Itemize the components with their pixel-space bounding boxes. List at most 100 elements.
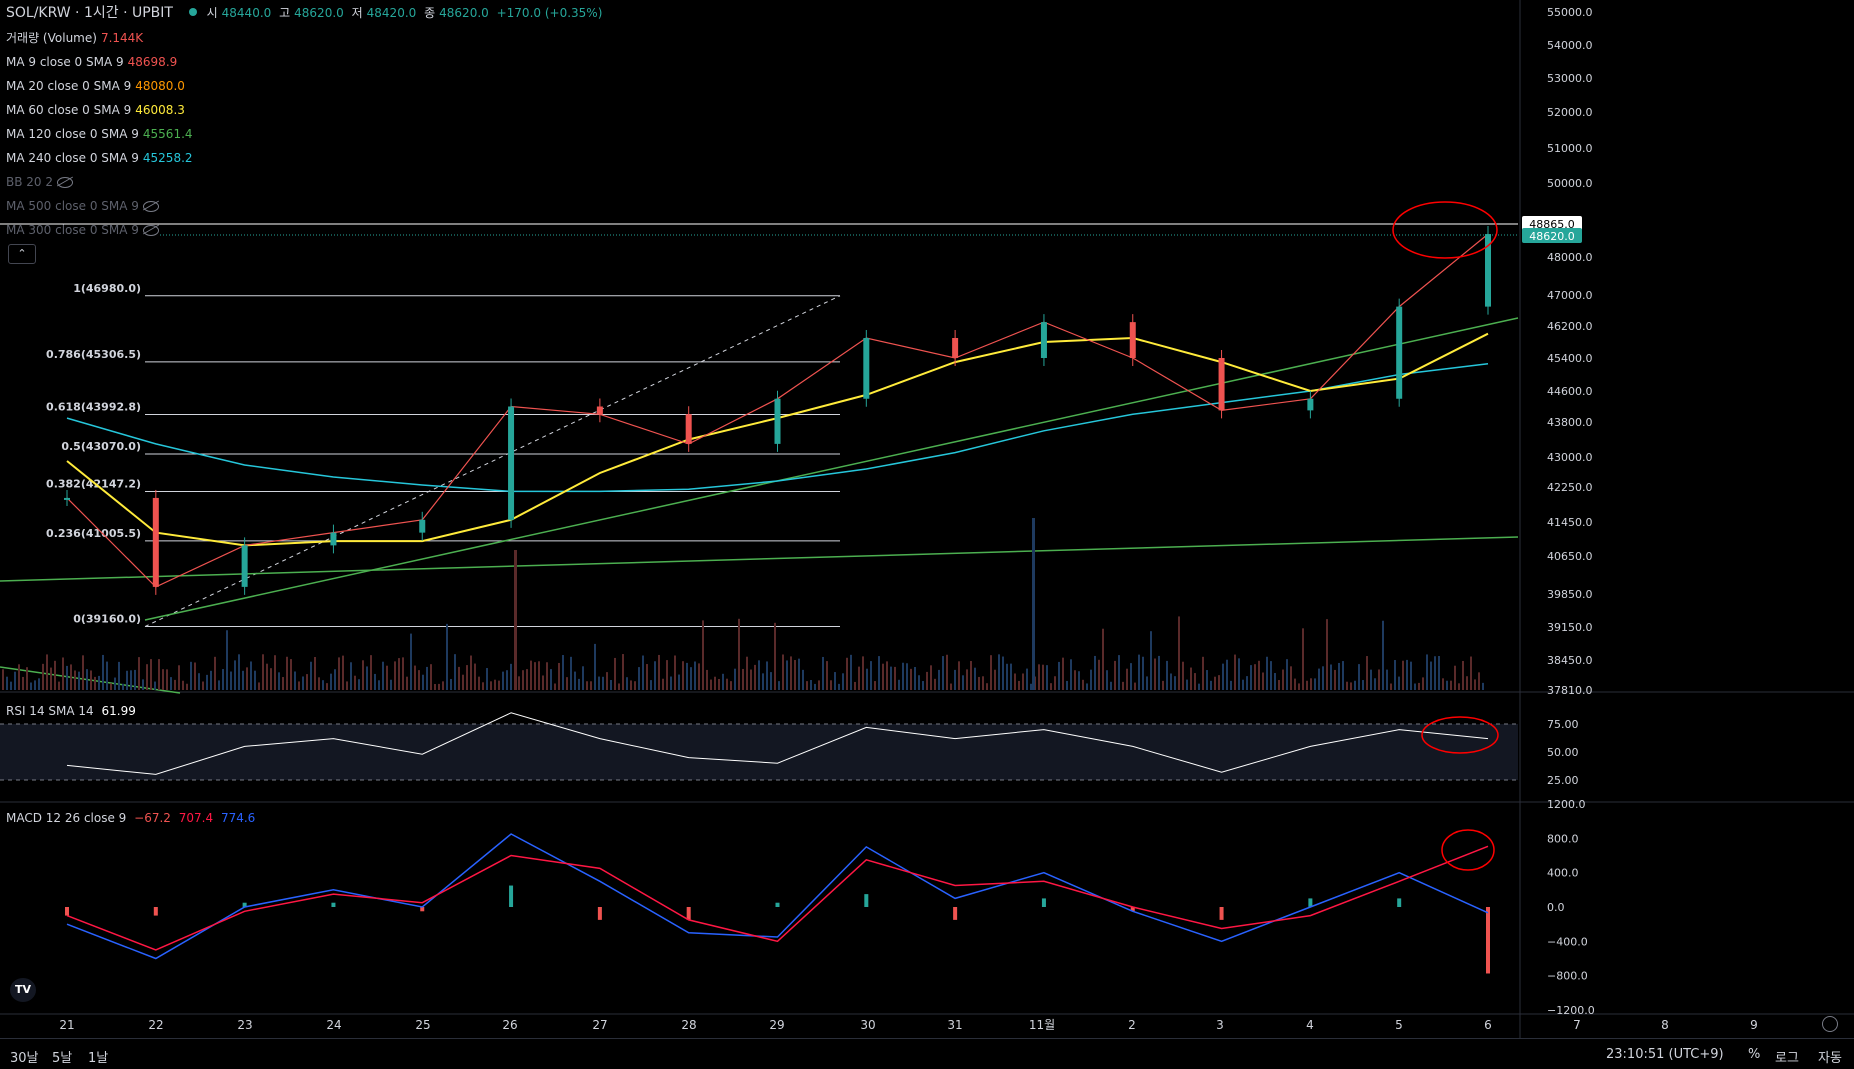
- percent-toggle[interactable]: %: [1748, 1047, 1760, 1062]
- macd-tick-label: −1200.0: [1547, 1004, 1595, 1017]
- volume-bar: [218, 680, 220, 690]
- volume-bar: [578, 678, 580, 690]
- indicator-legend-0[interactable]: 거래량 (Volume) 7.144K: [6, 31, 147, 45]
- volume-bar: [1394, 660, 1396, 690]
- indicator-legend-3[interactable]: MA 60 close 0 SMA 9 46008.3: [6, 103, 189, 117]
- volume-bar: [1482, 682, 1484, 690]
- candle-body: [508, 406, 515, 520]
- macd-hist-bar: [1397, 898, 1402, 907]
- range-5d-button[interactable]: 5날: [52, 1047, 72, 1066]
- volume-bar: [418, 670, 420, 690]
- volume-bar: [550, 669, 552, 690]
- volume-bar: [158, 659, 160, 690]
- volume-bar: [410, 633, 412, 690]
- indicator-legend-4[interactable]: MA 120 close 0 SMA 9 45561.4: [6, 127, 197, 141]
- indicator-legend-6[interactable]: BB 20 2: [6, 175, 77, 189]
- volume-bar: [114, 677, 116, 690]
- volume-bar: [274, 655, 276, 690]
- volume-bar: [782, 654, 784, 690]
- volume-bar: [694, 661, 696, 690]
- volume-bar: [1354, 680, 1356, 690]
- volume-bar: [846, 657, 848, 690]
- auto-toggle[interactable]: 자동: [1818, 1047, 1842, 1066]
- volume-bar: [930, 665, 932, 690]
- volume-bar: [994, 669, 996, 690]
- volume-bar: [346, 681, 348, 690]
- hidden-eye-icon[interactable]: [57, 177, 73, 188]
- hidden-eye-icon[interactable]: [142, 225, 159, 236]
- volume-bar: [1242, 679, 1244, 690]
- volume-bar: [642, 655, 644, 690]
- settings-gear-icon[interactable]: [1822, 1016, 1838, 1032]
- volume-bar: [1182, 661, 1184, 690]
- volume-bar: [1402, 660, 1404, 690]
- volume-bar: [1174, 676, 1176, 690]
- volume-bar: [1326, 619, 1328, 690]
- volume-bar: [182, 680, 184, 690]
- range-30d-button[interactable]: 30날: [10, 1047, 39, 1066]
- price-tick-label: 48000.0: [1547, 251, 1593, 264]
- volume-bar: [402, 657, 404, 690]
- volume-bar: [362, 660, 364, 690]
- volume-bar: [998, 654, 1000, 690]
- volume-bar: [914, 667, 916, 690]
- indicator-legend-7[interactable]: MA 500 close 0 SMA 9: [6, 199, 163, 213]
- volume-bar: [522, 670, 524, 690]
- volume-bar: [682, 661, 684, 690]
- volume-bar: [1374, 678, 1376, 690]
- volume-bar: [1330, 664, 1332, 690]
- volume-bar: [590, 681, 592, 690]
- volume-bar: [862, 656, 864, 690]
- indicator-legend-1[interactable]: MA 9 close 0 SMA 9 48698.9: [6, 55, 181, 69]
- candle-body: [1129, 322, 1136, 358]
- chart-canvas[interactable]: 21 22 23 24 25 26 27 28 29 30 31 11월 2 3 4 5 6 7 8 955000.0…: [0, 0, 1854, 1038]
- volume-bar: [162, 669, 164, 690]
- time-tick-label: 26: [502, 1018, 517, 1032]
- volume-bar: [414, 665, 416, 690]
- price-tick-label: 43800.0: [1547, 416, 1593, 429]
- volume-bar: [866, 668, 868, 690]
- volume-bar: [230, 671, 232, 690]
- volume-bar: [466, 665, 468, 690]
- indicator-value: 45258.2: [142, 151, 193, 165]
- candle-body: [1040, 322, 1047, 358]
- indicator-legend-8[interactable]: MA 300 close 0 SMA 9: [6, 223, 163, 237]
- macd-hist-bar: [331, 902, 336, 907]
- volume-bar: [1434, 656, 1436, 690]
- volume-bar: [910, 668, 912, 690]
- macd-tick-label: 800.0: [1547, 832, 1579, 845]
- volume-bar: [370, 655, 372, 690]
- hidden-eye-icon[interactable]: [142, 201, 159, 212]
- price-tick-label: 43000.0: [1547, 451, 1593, 464]
- volume-bar: [1070, 659, 1072, 690]
- time-tick-label: 3: [1216, 1018, 1224, 1032]
- indicator-label: MA 500 close 0 SMA 9: [6, 199, 139, 213]
- time-tick-label: 11월: [1029, 1018, 1055, 1032]
- price-tick-label: 40650.0: [1547, 550, 1593, 563]
- volume-bar: [1258, 660, 1260, 690]
- volume-bar: [1110, 681, 1112, 690]
- volume-bar: [1038, 664, 1040, 690]
- volume-bar: [886, 661, 888, 690]
- tradingview-logo[interactable]: TV: [10, 978, 36, 1002]
- fib-level-label: 0(39160.0): [73, 613, 141, 626]
- macd-hist-bar: [65, 907, 69, 916]
- volume-bar: [818, 680, 820, 690]
- indicator-legend-2[interactable]: MA 20 close 0 SMA 9 48080.0: [6, 79, 189, 93]
- volume-bar: [658, 654, 660, 690]
- log-toggle[interactable]: 로그: [1775, 1047, 1799, 1066]
- time-tick-label: 31: [947, 1018, 962, 1032]
- volume-bar: [406, 676, 408, 690]
- range-1d-button[interactable]: 1날: [88, 1047, 108, 1066]
- volume-bar: [174, 679, 176, 690]
- volume-bar: [18, 664, 20, 690]
- time-tick-label: 22: [148, 1018, 163, 1032]
- volume-bar: [566, 677, 568, 690]
- indicator-legend-5[interactable]: MA 240 close 0 SMA 9 45258.2: [6, 151, 197, 165]
- volume-bar: [294, 671, 296, 690]
- collapse-legend-button[interactable]: ⌃: [8, 244, 36, 264]
- volume-bar: [1306, 680, 1308, 690]
- volume-bar: [206, 674, 208, 690]
- time-tick-label: 6: [1484, 1018, 1492, 1032]
- indicator-label: MA 20 close 0 SMA 9: [6, 79, 132, 93]
